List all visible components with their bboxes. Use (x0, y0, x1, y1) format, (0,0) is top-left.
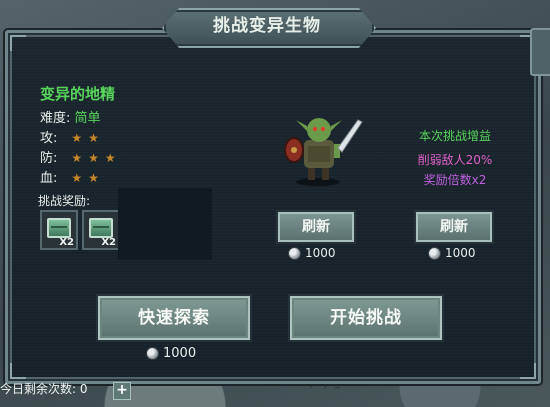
refresh-button-monster[interactable]: 刷新 (278, 212, 354, 242)
close-tab[interactable] (530, 28, 550, 76)
reward-item[interactable]: X2 (82, 210, 120, 250)
chest-icon (47, 218, 71, 238)
quick-explore-cost-value: 1000 (163, 346, 197, 361)
coin-icon (288, 246, 301, 260)
frame-corner (10, 363, 26, 379)
defense-label: 防: (40, 151, 58, 166)
refresh-cost-bonus: 1000 (428, 246, 476, 260)
refresh-cost-monster: 1000 (288, 246, 336, 260)
quick-explore-cost: 1000 (146, 346, 196, 361)
health-row: 血: ★★ (40, 167, 105, 186)
defense-row: 防: ★★★ (40, 147, 122, 166)
bonus-title: 本次挑战增益 (418, 129, 491, 143)
coin-icon (146, 347, 159, 360)
quick-explore-button[interactable]: 快速探索 (98, 296, 250, 340)
bonus-reward-multiplier: 奖励倍数x2 (423, 173, 487, 187)
reward-shadow (118, 188, 212, 260)
attack-stars-icon: ★★ (71, 131, 105, 145)
health-label: 血: (40, 171, 58, 186)
difficulty-value: 简单 (74, 111, 101, 126)
bonus-weaken-enemy: 削弱敌人20% (417, 153, 493, 167)
frame-corner (10, 35, 26, 51)
frame-corner (520, 363, 536, 379)
monster-name: 变异的地精 (40, 85, 116, 103)
reward-quantity: X2 (59, 237, 74, 248)
chest-icon (89, 218, 113, 238)
attack-label: 攻: (40, 131, 58, 146)
defense-stars-icon: ★★★ (71, 151, 122, 165)
refresh-button-bonus[interactable]: 刷新 (416, 212, 492, 242)
health-stars-icon: ★★ (71, 171, 105, 185)
reward-quantity: X2 (101, 237, 116, 248)
rewards-title: 挑战奖励: (38, 194, 91, 208)
difficulty-row: 难度: 简单 (40, 107, 101, 126)
goblin-icon (284, 118, 363, 186)
reward-item[interactable]: X2 (40, 210, 78, 250)
remaining-attempts: 今日剩余次数: 0 (0, 382, 88, 396)
add-attempts-button[interactable]: + (113, 382, 131, 400)
difficulty-label: 难度: (40, 111, 71, 126)
start-challenge-button[interactable]: 开始挑战 (290, 296, 442, 340)
coin-icon (428, 246, 441, 260)
refresh-cost-value: 1000 (305, 246, 336, 260)
dialog-title: 挑战变异生物 (213, 16, 321, 36)
attack-row: 攻: ★★ (40, 127, 105, 146)
refresh-cost-value: 1000 (445, 246, 476, 260)
